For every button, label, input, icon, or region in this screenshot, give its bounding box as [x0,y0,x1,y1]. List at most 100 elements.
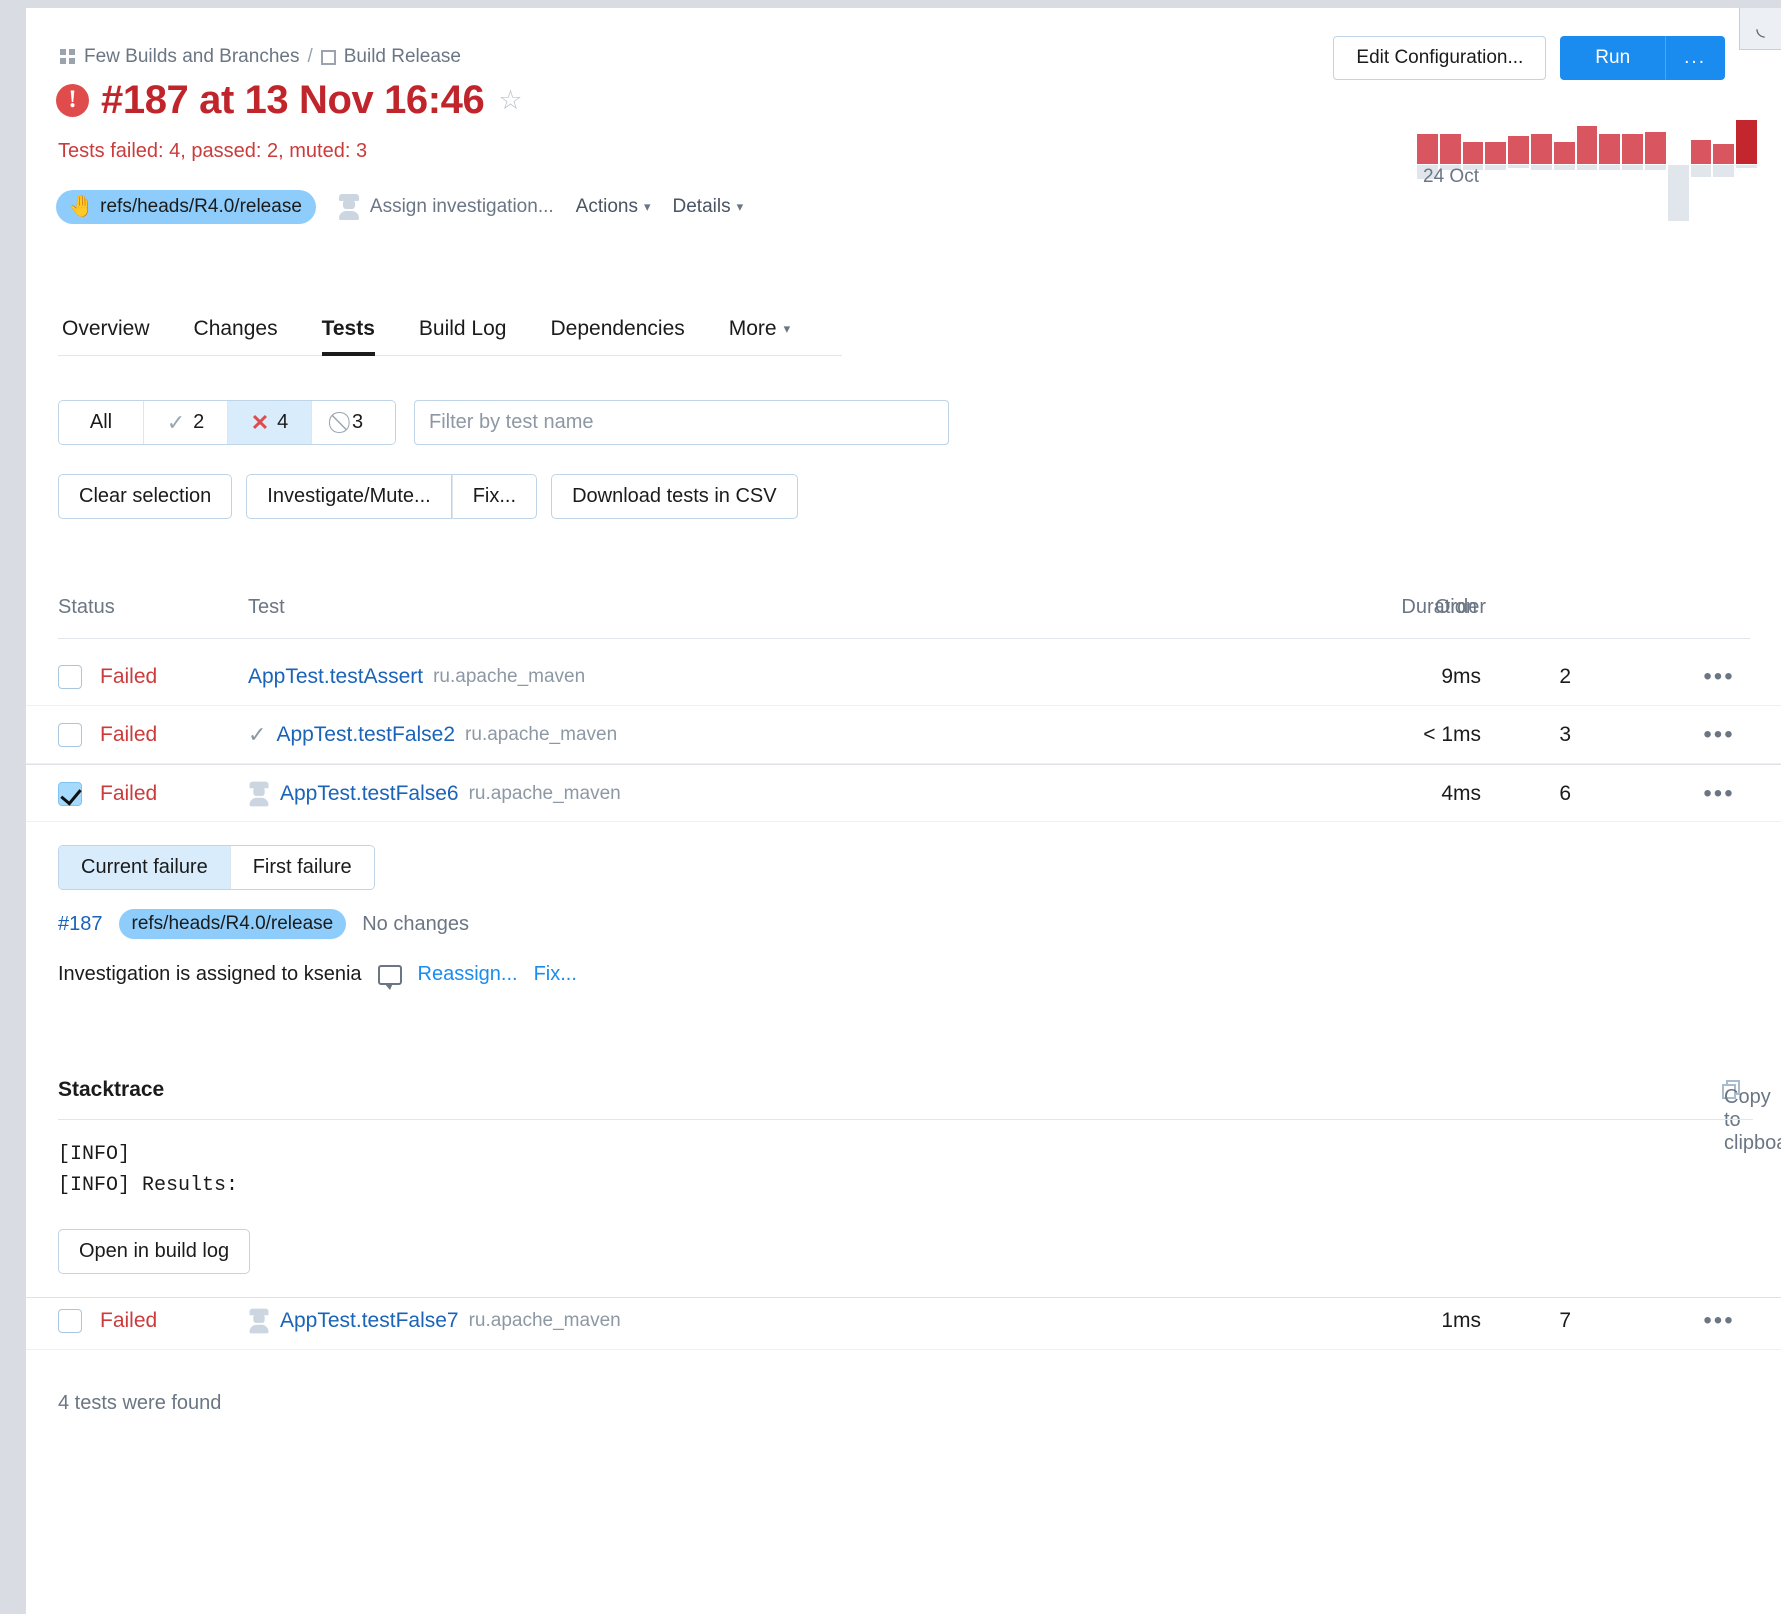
row-checkbox[interactable] [58,782,82,806]
run-button[interactable]: Run [1560,36,1665,80]
failure-tab-first-failure[interactable]: First failure [230,846,374,890]
test-name-link[interactable]: AppTest.testAssert [248,665,423,689]
column-header-order: Order [1366,596,1486,619]
row-overflow-menu[interactable]: ••• [1697,765,1741,823]
tab-overview[interactable]: Overview [58,317,172,355]
speech-bubble-icon[interactable] [378,965,402,985]
investigate-mute-button[interactable]: Investigate/Mute... [246,474,451,519]
row-checkbox[interactable] [58,665,82,689]
test-name-link[interactable]: AppTest.testFalse2 [276,723,455,747]
sparkline-bar-footer [1622,165,1643,170]
tab-build-log[interactable]: Build Log [397,317,529,355]
fix-link[interactable]: Fix... [534,963,577,986]
investigate-fix-group: Investigate/Mute... Fix... [246,474,537,519]
stacktrace-divider [58,1119,1753,1120]
test-name-link[interactable]: AppTest.testFalse6 [280,782,459,806]
sparkline-bar-value [1508,136,1529,164]
sparkline-bar[interactable] [1645,108,1666,164]
tab-label: Overview [62,317,150,340]
star-outline-icon[interactable]: ☆ [498,85,522,116]
reassign-link[interactable]: Reassign... [418,963,518,986]
table-row[interactable]: FailedAppTest.testFalse7ru.apache_maven1… [26,1292,1781,1350]
breadcrumb-project[interactable]: Few Builds and Branches [84,46,299,68]
test-package-label: ru.apache_maven [433,666,585,688]
sparkline-bar-value [1691,140,1712,164]
tab-dependencies[interactable]: Dependencies [528,317,706,355]
test-name-link[interactable]: AppTest.testFalse7 [280,1309,459,1333]
branch-tag[interactable]: 🤚 refs/heads/R4.0/release [56,190,316,224]
row-test-cell: AppTest.testFalse7ru.apache_maven [248,1292,621,1350]
row-status-cell: Failed [58,706,157,764]
edit-configuration-button[interactable]: Edit Configuration... [1333,36,1546,80]
download-csv-button[interactable]: Download tests in CSV [551,474,798,519]
actions-dropdown[interactable]: Actions ▾ [576,196,651,218]
sparkline-bar[interactable] [1463,108,1484,164]
investigation-text: Investigation is assigned to ksenia [58,963,362,986]
open-in-build-log-button[interactable]: Open in build log [58,1229,250,1274]
row-order: 3 [1501,706,1571,764]
filter-check[interactable]: ✓2 [143,401,227,444]
sparkline-bar-value [1736,120,1757,164]
table-row[interactable]: FailedAppTest.testAssertru.apache_maven9… [26,648,1781,706]
sparkline-bar[interactable] [1508,108,1529,164]
sparkline-bar[interactable] [1554,108,1575,164]
tab-more[interactable]: More▾ [707,317,812,355]
details-dropdown[interactable]: Details ▾ [673,196,744,218]
status-badge: Failed [100,1309,157,1333]
restore-window-icon[interactable]: ◟ [1739,8,1781,50]
filter-cross[interactable]: ✕4 [227,401,311,444]
sparkline-bar-value [1622,134,1643,164]
sparkline-bar[interactable] [1599,108,1620,164]
sparkline-bar[interactable] [1691,108,1712,164]
tests-found-note: 4 tests were found [58,1392,221,1415]
sparkline-bar[interactable] [1668,108,1689,164]
tab-changes[interactable]: Changes [172,317,300,355]
tab-label: Changes [194,317,278,340]
sparkline-bar-footer [1485,165,1506,170]
sparkline-bar-value [1485,142,1506,164]
test-method-label: testFalse6 [362,782,459,805]
fix-button[interactable]: Fix... [452,474,537,519]
test-failure-detail-panel: Current failureFirst failure #187 refs/hea… [26,823,1781,1298]
clear-selection-button[interactable]: Clear selection [58,474,232,519]
sparkline-bar-footer [1599,165,1620,170]
table-row[interactable]: FailedAppTest.testFalse6ru.apache_maven4… [26,764,1781,822]
sparkline-bar[interactable] [1531,108,1552,164]
sparkline-bar[interactable] [1440,108,1461,164]
detective-icon [249,782,270,807]
run-options-button[interactable]: ... [1665,36,1725,80]
test-method-label: testFalse7 [362,1309,459,1332]
sparkline-bar-value [1554,142,1575,164]
sparkline-bar[interactable] [1622,108,1643,164]
header-divider [58,638,1750,639]
breadcrumb-configuration[interactable]: Build Release [344,46,461,68]
row-status-cell: Failed [58,1292,157,1350]
row-overflow-menu[interactable]: ••• [1697,706,1741,764]
sparkline-bar-footer [1554,165,1575,170]
failure-changes-label: No changes [362,913,469,936]
sparkline-bar-footer [1645,165,1666,170]
sparkline-bar[interactable] [1577,108,1598,164]
sparkline-bar[interactable] [1713,108,1734,164]
sparkline-bar-value [1463,142,1484,164]
sparkline-bar[interactable] [1736,108,1757,164]
row-overflow-menu[interactable]: ••• [1697,1292,1741,1350]
row-checkbox[interactable] [58,723,82,747]
filter-muted[interactable]: ⃠3 [311,401,395,444]
row-overflow-menu[interactable]: ••• [1697,648,1741,706]
sparkline-bar[interactable] [1485,108,1506,164]
sparkline-bar[interactable] [1417,108,1438,164]
failure-branch-chip[interactable]: refs/heads/R4.0/release [119,909,347,939]
filter-count-label: 2 [193,411,204,434]
filter-all[interactable]: All [59,401,143,444]
tab-tests[interactable]: Tests [300,317,397,355]
test-class-label: AppTest. [280,782,362,805]
build-history-sparkline[interactable]: 24 Oct [1417,104,1757,222]
row-checkbox[interactable] [58,1309,82,1333]
copy-to-clipboard-button[interactable]: Copy to clipboard [1722,1080,1753,1100]
assign-investigation-button[interactable]: Assign investigation... [338,194,554,220]
search-input[interactable] [414,400,949,445]
failure-tab-current-failure[interactable]: Current failure [59,846,230,890]
failure-build-link[interactable]: #187 [58,913,103,936]
table-row[interactable]: Failed✓AppTest.testFalse2ru.apache_maven… [26,706,1781,764]
